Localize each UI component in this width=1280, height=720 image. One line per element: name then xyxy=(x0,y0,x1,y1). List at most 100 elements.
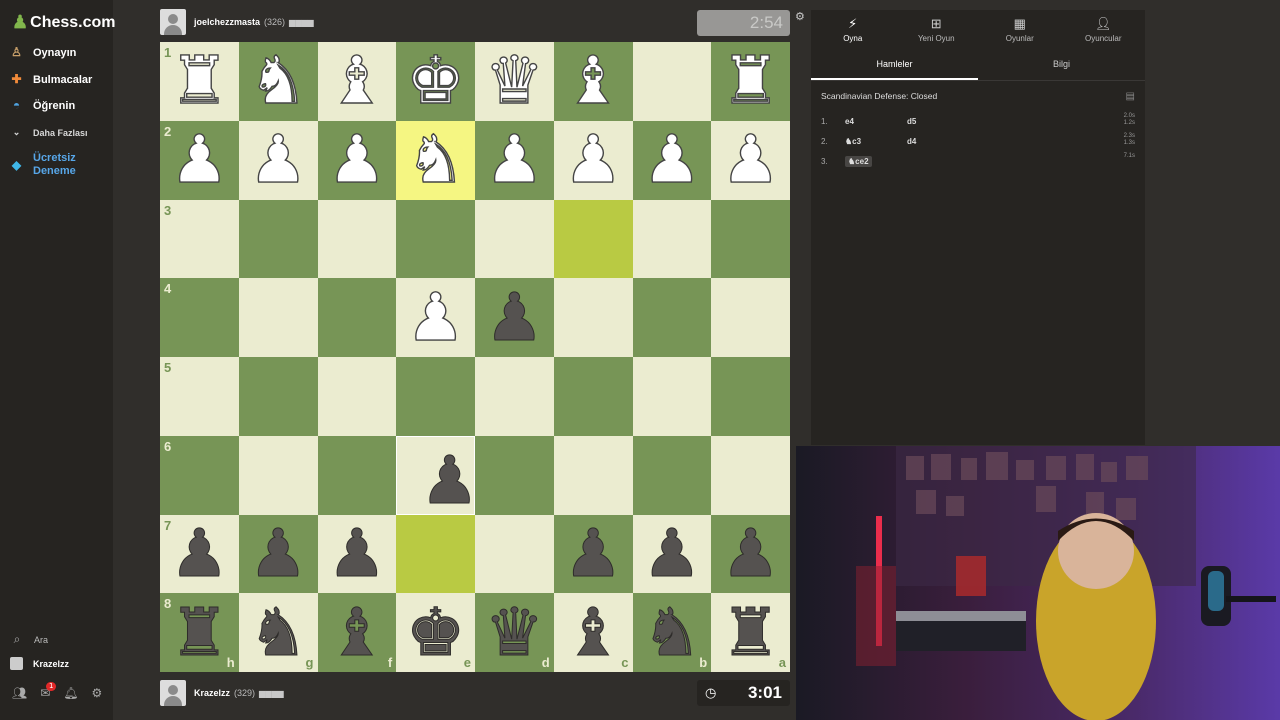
square-c8[interactable]: c ♝ xyxy=(553,593,633,672)
black-move[interactable]: d4 xyxy=(907,137,969,146)
board-settings-icon[interactable]: ⚙ xyxy=(795,10,805,23)
avatar[interactable] xyxy=(160,680,186,706)
black-pawn-icon[interactable]: ♟ xyxy=(721,520,781,587)
white-pawn-icon[interactable]: ♟ xyxy=(327,126,388,193)
square-h5[interactable]: 5 xyxy=(160,357,239,436)
square-g6[interactable] xyxy=(238,435,318,515)
white-pawn-icon[interactable]: ♟ xyxy=(248,126,309,193)
white-pawn-icon[interactable]: ♟ xyxy=(720,126,781,193)
square-g7[interactable]: ♟ xyxy=(238,514,318,594)
square-e2[interactable]: ♞ xyxy=(396,120,475,200)
square-g8[interactable]: g ♞ xyxy=(238,593,318,672)
black-pawn-icon[interactable]: ♟ xyxy=(642,520,702,587)
square-b4[interactable] xyxy=(632,278,712,357)
friends-icon[interactable]: 👥︎ xyxy=(12,686,27,700)
gear-icon[interactable]: ⚙ xyxy=(92,686,103,700)
square-g3[interactable] xyxy=(238,199,318,279)
tab-play[interactable]: ⚡︎ Oyna xyxy=(811,10,895,48)
avatar[interactable] xyxy=(160,9,186,35)
black-pawn-icon[interactable]: ♟ xyxy=(327,520,387,587)
black-move[interactable]: d5 xyxy=(907,117,969,126)
tab-players[interactable]: 👤︎ Oyuncular xyxy=(1062,10,1146,48)
square-c2[interactable]: ♟ xyxy=(553,120,633,200)
square-b1[interactable] xyxy=(632,42,712,121)
square-d1[interactable]: ♛ xyxy=(475,42,554,121)
white-rook-icon[interactable]: ♜ xyxy=(720,47,781,114)
book-icon[interactable]: ▤ xyxy=(1126,91,1135,102)
black-rook-icon[interactable]: ♜ xyxy=(721,599,781,666)
square-h4[interactable]: 4 xyxy=(160,278,239,357)
square-h6[interactable]: 6 xyxy=(160,435,239,515)
tab-info[interactable]: Bilgi xyxy=(978,48,1145,80)
square-h7[interactable]: 7 ♟ xyxy=(160,514,239,594)
sidebar-search[interactable]: ⌕ Ara xyxy=(10,632,48,647)
black-bishop-icon[interactable]: ♝ xyxy=(563,599,623,666)
black-knight-icon[interactable]: ♞ xyxy=(248,599,308,666)
square-e5[interactable] xyxy=(396,357,475,436)
square-e4[interactable]: ♟ xyxy=(396,278,475,357)
white-bishop-icon[interactable]: ♝ xyxy=(327,47,388,114)
white-move[interactable]: ♞c3 xyxy=(845,137,907,146)
square-h3[interactable]: 3 xyxy=(160,199,239,279)
black-pawn-icon[interactable]: ♟ xyxy=(420,447,480,514)
black-king-icon[interactable]: ♚ xyxy=(406,599,466,666)
square-a4[interactable] xyxy=(711,278,790,357)
square-c1[interactable]: ♝ xyxy=(553,42,633,121)
square-b8[interactable]: b ♞ xyxy=(632,593,712,672)
white-pawn-icon[interactable]: ♟ xyxy=(405,283,466,350)
square-b5[interactable] xyxy=(632,357,712,436)
white-pawn-icon[interactable]: ♟ xyxy=(563,126,624,193)
white-rook-icon[interactable]: ♜ xyxy=(169,47,230,114)
square-e6[interactable]: ♟ xyxy=(396,435,480,515)
square-c3[interactable] xyxy=(553,199,633,279)
square-f4[interactable] xyxy=(317,278,397,357)
square-b2[interactable]: ♟ xyxy=(632,120,712,200)
square-a8[interactable]: a ♜ xyxy=(711,593,790,672)
square-h2[interactable]: 2 ♟ xyxy=(160,120,239,200)
square-f2[interactable]: ♟ xyxy=(317,120,397,200)
sidebar-item-learn[interactable]: ◓ Öğrenin xyxy=(10,99,75,112)
bottom-player-name[interactable]: Krazelzz xyxy=(194,688,230,698)
square-c7[interactable]: ♟ xyxy=(553,514,633,594)
square-d7[interactable] xyxy=(475,514,554,594)
black-pawn-icon[interactable]: ♟ xyxy=(248,520,308,587)
top-player-name[interactable]: joelchezzmasta xyxy=(194,17,260,27)
square-c5[interactable] xyxy=(553,357,633,436)
square-d4[interactable]: ♟ xyxy=(475,278,554,357)
black-queen-icon[interactable]: ♛ xyxy=(484,599,544,666)
tab-games[interactable]: ▦ Oyunlar xyxy=(978,10,1062,48)
square-f5[interactable] xyxy=(317,357,397,436)
square-c4[interactable] xyxy=(553,278,633,357)
sidebar-item-free-trial[interactable]: ◆ Ücretsiz Deneme xyxy=(10,152,83,178)
square-c6[interactable] xyxy=(553,435,633,515)
square-g2[interactable]: ♟ xyxy=(238,120,318,200)
square-a2[interactable]: ♟ xyxy=(711,120,790,200)
square-g4[interactable] xyxy=(238,278,318,357)
chess-board[interactable]: 1 ♜ ♞ ♝ ♚ ♛ ♝ ♜ 2 ♟ ♟ ♟ ♞ ♟ ♟ ♟ ♟ 3 4 ♟ ♟ 5 6 ♟ 7 ♟ ♟ ♟ ♟ ♟ ♟ 8 h ♜ g ♞ f ♝ e ♚… xyxy=(160,42,790,672)
square-a3[interactable] xyxy=(711,199,790,279)
sidebar-item-puzzles[interactable]: ✚ Bulmacalar xyxy=(10,73,92,86)
black-rook-icon[interactable]: ♜ xyxy=(169,599,229,666)
square-d5[interactable] xyxy=(475,357,554,436)
sidebar-profile[interactable]: Krazelzz xyxy=(10,657,69,670)
white-move[interactable]: e4 xyxy=(845,117,907,126)
white-queen-icon[interactable]: ♛ xyxy=(484,47,545,114)
square-e3[interactable] xyxy=(396,199,475,279)
square-f8[interactable]: f ♝ xyxy=(317,593,397,672)
black-pawn-icon[interactable]: ♟ xyxy=(169,520,229,587)
square-a7[interactable]: ♟ xyxy=(711,514,790,594)
chess-logo[interactable]: ♟ Chess.com xyxy=(12,12,116,33)
white-pawn-icon[interactable]: ♟ xyxy=(484,126,545,193)
black-pawn-icon[interactable]: ♟ xyxy=(563,520,623,587)
square-h8[interactable]: 8 h ♜ xyxy=(160,593,239,672)
white-pawn-icon[interactable]: ♟ xyxy=(169,126,230,193)
square-e1[interactable]: ♚ xyxy=(396,42,475,121)
square-g5[interactable] xyxy=(238,357,318,436)
square-f6[interactable] xyxy=(317,435,397,515)
tab-new-game[interactable]: ⊞ Yeni Oyun xyxy=(895,10,979,48)
square-e8[interactable]: e ♚ xyxy=(396,593,475,672)
white-bishop-icon[interactable]: ♝ xyxy=(563,47,624,114)
white-pawn-icon[interactable]: ♟ xyxy=(642,126,703,193)
square-d2[interactable]: ♟ xyxy=(475,120,554,200)
tab-moves[interactable]: Hamleler xyxy=(811,48,978,80)
